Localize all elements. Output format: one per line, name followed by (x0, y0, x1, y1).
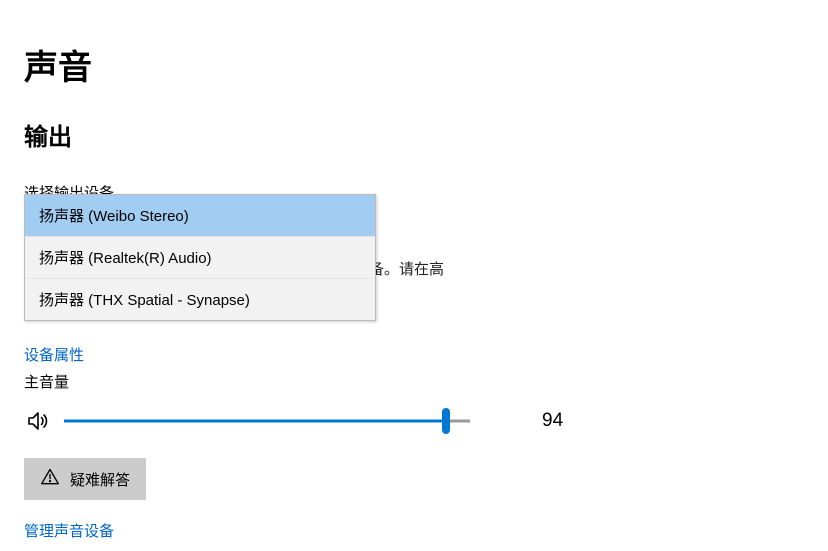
slider-thumb[interactable] (442, 408, 450, 434)
slider-fill (64, 420, 446, 423)
troubleshoot-button[interactable]: 疑难解答 (24, 458, 146, 500)
output-device-dropdown[interactable]: 扬声器 (Weibo Stereo) 扬声器 (Realtek(R) Audio… (24, 194, 376, 321)
dropdown-item[interactable]: 扬声器 (Weibo Stereo) (25, 195, 375, 237)
dropdown-item[interactable]: 扬声器 (THX Spatial - Synapse) (25, 279, 375, 320)
dropdown-item[interactable]: 扬声器 (Realtek(R) Audio) (25, 237, 375, 279)
device-properties-link[interactable]: 设备属性 (24, 344, 84, 365)
master-volume-label: 主音量 (24, 371, 69, 392)
master-volume-slider[interactable] (64, 405, 470, 437)
page-title: 声音 (24, 40, 828, 89)
troubleshoot-label: 疑难解答 (70, 469, 130, 490)
manage-sound-devices-link[interactable]: 管理声音设备 (24, 520, 114, 541)
volume-icon[interactable] (24, 407, 52, 435)
output-section-title: 输出 (24, 117, 828, 152)
volume-value: 94 (542, 410, 563, 432)
warning-icon (40, 467, 60, 491)
